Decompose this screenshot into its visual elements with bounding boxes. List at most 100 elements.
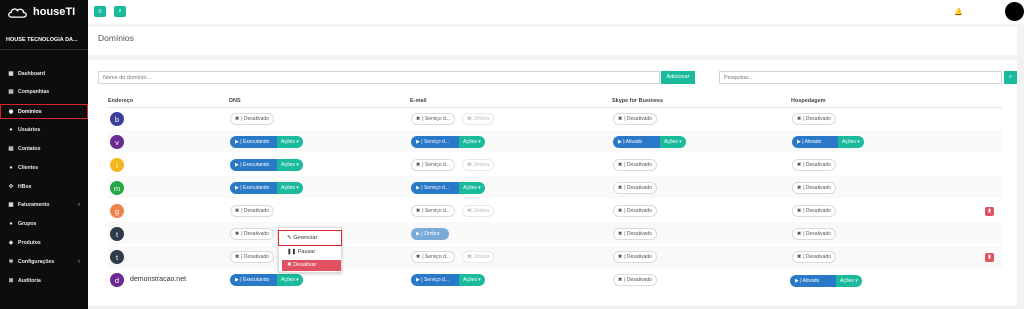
column-header-dns: DNS — [229, 98, 241, 104]
email-status-servico[interactable]: ▶ | Serviço d... — [411, 136, 459, 148]
play-icon: ▶ — [416, 277, 420, 283]
sidebar-item-companhias[interactable]: ▤ Companhias — [0, 84, 88, 99]
email-status-servico[interactable]: ✖ | Serviço d... — [411, 113, 455, 125]
dns-status-desativado[interactable]: ✖ | Desativado — [230, 228, 274, 240]
manage-menu-item[interactable]: ✎ Gerenciar — [278, 230, 342, 246]
dns-actions-button[interactable]: Ações ▾ — [277, 159, 303, 171]
x-icon: ✖ — [416, 208, 421, 214]
search-input[interactable] — [719, 71, 1002, 84]
sidebar-item-produtos[interactable]: ◈ Produtos — [0, 235, 88, 250]
email-status-zimbra[interactable]: ▶ | Zimbra — [411, 228, 449, 240]
x-icon: ✖ — [797, 185, 802, 191]
search-button[interactable]: ⌕ — [1004, 71, 1017, 84]
menu-toggle-button[interactable]: ≡ — [94, 6, 106, 17]
delete-domain-button[interactable]: ▮ — [985, 253, 994, 262]
status-label: | Serviço d... — [421, 277, 449, 283]
email-status-servico[interactable]: ▶ | Serviço d... — [411, 182, 459, 194]
domain-name[interactable]: demonstracao.net — [130, 276, 186, 283]
email-zimbra-option[interactable]: ✖| Zimbra — [462, 205, 495, 217]
dns-status-desativado[interactable]: ✖ | Desativado — [230, 251, 274, 263]
dns-status-executando[interactable]: ▶ | Executando — [230, 159, 277, 171]
email-actions-button[interactable]: Ações ▾ — [459, 274, 485, 286]
dns-actions-button[interactable]: Ações ▾ — [277, 274, 303, 286]
skype-status-desativado[interactable]: ✖ | Desativado — [613, 113, 657, 125]
skype-status-desativado[interactable]: ✖ | Desativado — [613, 274, 657, 286]
dns-status-executando[interactable]: ▶ | Executando — [230, 182, 277, 194]
dns-status-executando[interactable]: ▶ | Executando — [230, 274, 277, 286]
hosting-status-desativado[interactable]: ✖ | Desativado — [792, 182, 836, 194]
sidebar-item-label: Configurações — [18, 258, 55, 265]
skype-status-desativado[interactable]: ✖ | Desativado — [613, 159, 657, 171]
sidebar-item-hbox[interactable]: ✣ HBox — [0, 179, 88, 194]
domain-letter: t — [115, 252, 119, 262]
domain-letter: v — [115, 137, 119, 147]
sidebar-item-dominios[interactable]: ◉ Domínios — [0, 104, 88, 119]
sidebar-item-dashboard[interactable]: ▦ Dashboard — [0, 66, 88, 81]
status-label: | Executando — [240, 185, 270, 191]
dns-actions-button[interactable]: Ações ▾ — [277, 136, 303, 148]
hosting-status-desativado[interactable]: ✖ | Desativado — [792, 159, 836, 171]
sidebar-item-configuracoes[interactable]: ✲ Configurações ‹ — [0, 254, 88, 269]
chevron-left-icon: ‹ — [78, 258, 80, 265]
dns-status-desativado[interactable]: ✖ | Desativado — [230, 113, 274, 125]
sidebar-item-faturamento[interactable]: ▦ Faturamento ‹ — [0, 197, 88, 212]
email-zimbra-option[interactable]: ✖| Zimbra — [462, 159, 495, 171]
email-actions-button[interactable]: Ações ▾ — [459, 182, 485, 194]
hosting-status-ativado[interactable]: ▶ | Ativado — [792, 136, 838, 148]
column-header-endereco: Endereço — [108, 98, 134, 104]
hosting-status-desativado[interactable]: ✖ | Desativado — [792, 251, 836, 263]
skype-actions-button[interactable]: Ações ▾ — [660, 136, 686, 148]
skype-status-desativado[interactable]: ✖ | Desativado — [613, 182, 657, 194]
sidebar-item-label: Produtos — [18, 239, 41, 246]
sidebar-item-label: Grupos — [18, 220, 37, 227]
building-icon: ▤ — [8, 88, 14, 95]
sidebar-item-usuarios[interactable]: ● Usuários — [0, 122, 88, 137]
brand[interactable]: houseTI — [0, 0, 88, 24]
hosting-actions-button[interactable]: Ações ▾ — [838, 136, 864, 148]
search-icon: ⌕ — [118, 8, 122, 14]
email-status-servico[interactable]: ✖ | Serviço d... — [411, 159, 455, 171]
hosting-status-desativado[interactable]: ✖ | Desativado — [792, 205, 836, 217]
pause-menu-item[interactable]: ❚❚ Pausar — [283, 247, 338, 258]
sidebar-item-auditoria[interactable]: ≣ Auditoria — [0, 273, 88, 288]
hosting-status-ativado[interactable]: ▶ | Ativado — [790, 275, 836, 287]
top-search-button[interactable]: ⌕ — [114, 6, 126, 17]
status-label: | Zimbra — [471, 162, 490, 168]
add-domain-button[interactable]: Adicionar — [661, 71, 695, 84]
x-icon: ✖ — [235, 116, 240, 122]
x-icon: ✖ — [618, 277, 623, 283]
sidebar-item-contatos[interactable]: ▤ Contatos — [0, 141, 88, 156]
email-status-servico[interactable]: ✖ | Serviço d... — [411, 251, 455, 263]
page-header: Domínios — [88, 27, 1017, 55]
status-label: | Desativado — [803, 231, 831, 237]
skype-status-desativado[interactable]: ✖ | Desativado — [613, 205, 657, 217]
dns-actions-button[interactable]: Ações ▾ — [277, 182, 303, 194]
hosting-status-desativado[interactable]: ✖ | Desativado — [792, 113, 836, 125]
brand-name: houseTI — [33, 6, 76, 18]
hosting-actions-button[interactable]: Ações ▾ — [836, 275, 862, 287]
email-status-servico[interactable]: ✖ | Serviço d... — [411, 205, 455, 217]
x-icon: ✖ — [618, 185, 623, 191]
skype-status-ativado[interactable]: ▶ | Ativado — [613, 136, 660, 148]
sidebar-item-grupos[interactable]: ● Grupos — [0, 216, 88, 231]
skype-status-desativado[interactable]: ✖ | Desativado — [613, 228, 657, 240]
play-icon: ▶ — [235, 277, 239, 283]
status-label: | Zimbra — [471, 116, 490, 122]
skype-status-desativado[interactable]: ✖ | Desativado — [613, 251, 657, 263]
email-zimbra-option[interactable]: ✖| Zimbra — [462, 251, 495, 263]
dns-status-executando[interactable]: ▶ | Executando — [230, 136, 277, 148]
email-status-servico[interactable]: ▶ | Serviço d... — [411, 274, 459, 286]
hosting-status-desativado[interactable]: ✖ | Desativado — [792, 228, 836, 240]
avatar[interactable] — [1005, 2, 1024, 21]
deactivate-menu-item[interactable]: ✖ Desativar — [282, 260, 341, 271]
email-actions-button[interactable]: Ações ▾ — [459, 136, 485, 148]
delete-domain-button[interactable]: ▮ — [985, 207, 994, 216]
company-name[interactable]: HOUSE TECNOLOGIA DA... — [0, 30, 88, 50]
domain-name-input[interactable] — [98, 71, 660, 84]
email-zimbra-option[interactable]: ✖| Zimbra — [462, 113, 495, 125]
sidebar-item-clientes[interactable]: ● Clientes — [0, 160, 88, 175]
dns-status-desativado[interactable]: ✖ | Desativado — [230, 205, 274, 217]
domain-letter: d — [114, 275, 120, 285]
status-label: | Desativado — [803, 254, 831, 260]
bell-icon[interactable]: 🔔 — [954, 8, 963, 16]
